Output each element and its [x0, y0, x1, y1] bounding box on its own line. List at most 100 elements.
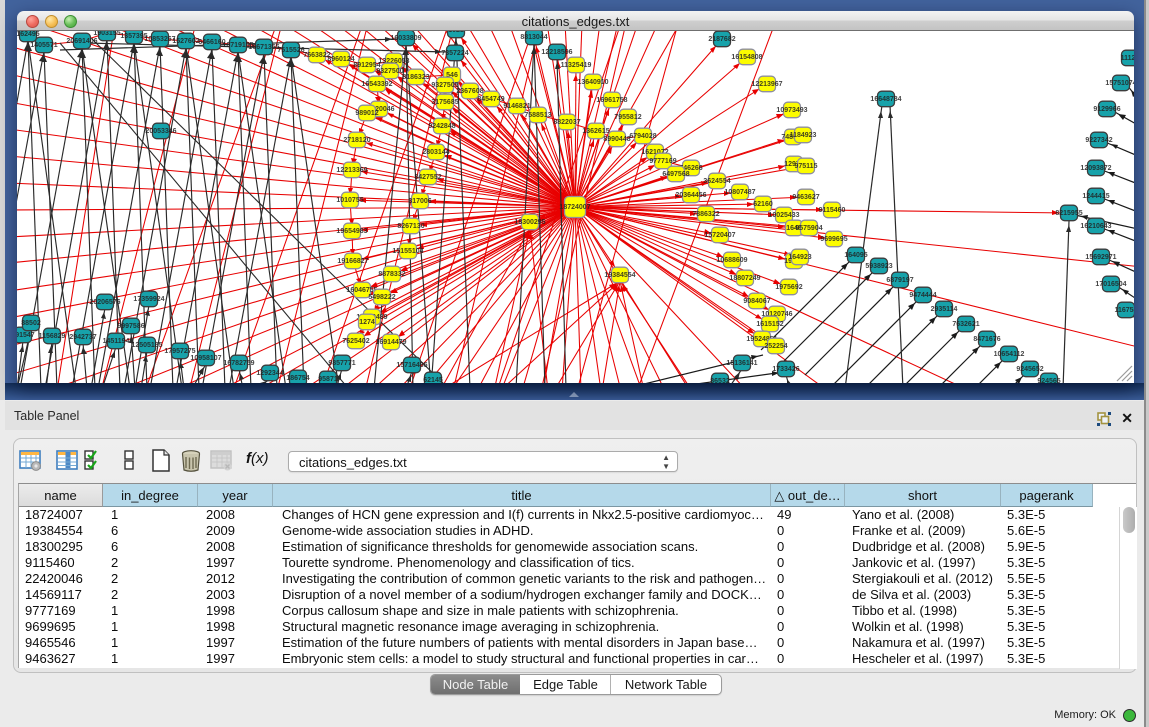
- svg-text:18807249: 18807249: [729, 275, 760, 282]
- svg-text:15720407: 15720407: [704, 232, 735, 239]
- svg-text:9245652: 9245652: [1016, 366, 1043, 373]
- svg-text:116753: 116753: [1115, 307, 1134, 314]
- svg-text:252254: 252254: [764, 343, 787, 350]
- svg-text:16033809: 16033809: [390, 35, 421, 42]
- svg-text:1156829: 1156829: [39, 333, 66, 340]
- svg-text:10654112: 10654112: [994, 351, 1025, 358]
- svg-text:2942737: 2942737: [69, 334, 96, 341]
- svg-text:8215955: 8215955: [1055, 210, 1082, 217]
- svg-text:11123: 11123: [1121, 55, 1134, 62]
- svg-text:1274: 1274: [359, 319, 375, 326]
- svg-text:9242848: 9242848: [428, 123, 455, 130]
- svg-text:86532: 86532: [710, 378, 730, 383]
- svg-text:3175685: 3175685: [431, 99, 458, 106]
- svg-text:5498222: 5498222: [368, 294, 395, 301]
- svg-text:20053346: 20053346: [145, 128, 176, 135]
- svg-text:1405571: 1405571: [30, 42, 57, 49]
- svg-text:7357224: 7357224: [441, 50, 468, 57]
- svg-text:7588513: 7588513: [524, 112, 551, 119]
- svg-text:1184923: 1184923: [790, 132, 817, 139]
- svg-text:2803144: 2803144: [422, 149, 449, 156]
- svg-text:1362615: 1362615: [582, 128, 609, 135]
- svg-text:10853267: 10853267: [144, 36, 175, 43]
- svg-text:12505185: 12505185: [131, 342, 162, 349]
- svg-text:9777169: 9777169: [649, 158, 676, 165]
- svg-text:8454749: 8454749: [477, 96, 504, 103]
- svg-text:2718120: 2718120: [343, 137, 370, 144]
- svg-text:12213967: 12213967: [751, 81, 782, 88]
- svg-text:8427552: 8427552: [414, 174, 441, 181]
- svg-text:6794028: 6794028: [629, 133, 656, 140]
- svg-text:8990448: 8990448: [603, 136, 630, 143]
- svg-text:16543392: 16543392: [361, 81, 392, 88]
- svg-text:186754: 186754: [286, 375, 309, 382]
- svg-text:3624554: 3624554: [703, 178, 730, 185]
- svg-text:1021: 1021: [448, 31, 464, 34]
- svg-text:8267130: 8267130: [397, 223, 424, 230]
- svg-text:162495: 162495: [17, 31, 40, 38]
- svg-text:15751074: 15751074: [1105, 80, 1134, 87]
- svg-text:19654983: 19654983: [336, 228, 367, 235]
- svg-text:1903155: 1903155: [93, 31, 120, 37]
- svg-text:1010755: 1010755: [336, 197, 363, 204]
- svg-text:9129966: 9129966: [1093, 106, 1120, 113]
- svg-text:9857771: 9857771: [328, 360, 355, 367]
- svg-text:16210643: 16210643: [1080, 223, 1111, 230]
- svg-text:11325419: 11325419: [561, 62, 592, 69]
- svg-text:16154808: 16154808: [731, 54, 762, 61]
- svg-text:1244415: 1244415: [1082, 193, 1109, 200]
- svg-text:95871: 95871: [318, 376, 338, 383]
- svg-text:12213369: 12213369: [336, 167, 367, 174]
- svg-text:317006: 317006: [408, 198, 431, 205]
- svg-text:2935114: 2935114: [931, 306, 958, 313]
- svg-text:15136141: 15136141: [726, 360, 757, 367]
- svg-text:18724007: 18724007: [559, 204, 590, 211]
- svg-text:9327500: 9327500: [376, 68, 403, 75]
- svg-text:12218596: 12218596: [541, 49, 572, 56]
- svg-text:1292344: 1292344: [256, 370, 283, 377]
- svg-text:17957275: 17957275: [164, 348, 195, 355]
- svg-text:2187682: 2187682: [708, 36, 735, 43]
- svg-text:9084067: 9084067: [743, 298, 770, 305]
- svg-text:88502: 88502: [21, 320, 41, 327]
- svg-text:12093872: 12093872: [1080, 165, 1111, 172]
- svg-text:10807487: 10807487: [724, 189, 755, 196]
- svg-text:20691406: 20691406: [66, 38, 97, 45]
- svg-text:9463627: 9463627: [792, 194, 819, 201]
- svg-text:8186323: 8186323: [402, 74, 429, 81]
- svg-text:19384554: 19384554: [604, 272, 635, 279]
- svg-text:8813044: 8813044: [520, 34, 547, 41]
- svg-text:15155104: 15155104: [392, 248, 423, 255]
- svg-text:16961758: 16961758: [596, 97, 627, 104]
- svg-text:6879197: 6879197: [886, 277, 913, 284]
- svg-text:17359924: 17359924: [133, 296, 164, 303]
- svg-text:10688609: 10688609: [716, 257, 747, 264]
- svg-text:2367608: 2367608: [456, 88, 483, 95]
- svg-text:975115: 975115: [795, 163, 818, 170]
- svg-text:13640910: 13640910: [577, 79, 608, 86]
- svg-text:16782759: 16782759: [223, 360, 254, 367]
- svg-text:9146821: 9146821: [503, 103, 530, 110]
- svg-text:9575904: 9575904: [795, 225, 822, 232]
- svg-text:20364456: 20364456: [675, 192, 706, 199]
- svg-text:17016504: 17016504: [1095, 281, 1126, 288]
- svg-text:16671355: 16671355: [248, 44, 279, 51]
- svg-text:18300295: 18300295: [514, 219, 545, 226]
- svg-text:15716485: 15716485: [396, 362, 427, 369]
- svg-text:16648784: 16648784: [870, 96, 901, 103]
- svg-text:924565: 924565: [1037, 378, 1060, 383]
- svg-text:1451194: 1451194: [103, 338, 130, 345]
- svg-text:9115460: 9115460: [819, 207, 846, 214]
- svg-text:7515526: 7515526: [277, 47, 304, 54]
- svg-text:164095: 164095: [844, 252, 867, 259]
- svg-text:10973493: 10973493: [776, 107, 807, 114]
- svg-text:9997586: 9997586: [117, 323, 144, 330]
- svg-text:164923: 164923: [788, 254, 811, 261]
- svg-text:10958107: 10958107: [190, 355, 221, 362]
- svg-text:1733426: 1733426: [772, 366, 799, 373]
- svg-text:1975692: 1975692: [775, 284, 802, 291]
- svg-text:62145: 62145: [423, 377, 443, 383]
- svg-text:7632621: 7632621: [952, 321, 979, 328]
- svg-text:989012: 989012: [355, 110, 378, 117]
- svg-text:391547: 391547: [17, 332, 35, 339]
